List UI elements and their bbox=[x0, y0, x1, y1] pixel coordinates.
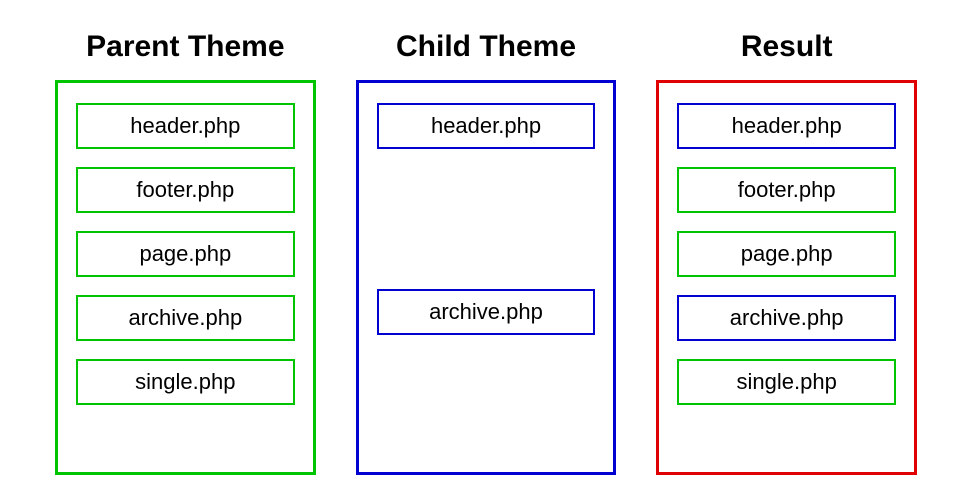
result-column: Result header.php footer.php page.php ar… bbox=[656, 30, 917, 475]
child-theme-title: Child Theme bbox=[396, 30, 576, 64]
file-item: archive.php bbox=[76, 295, 295, 341]
child-theme-column: Child Theme header.php archive.php bbox=[356, 30, 617, 475]
file-item: header.php bbox=[76, 103, 295, 149]
file-item: single.php bbox=[677, 359, 896, 405]
diagram-container: Parent Theme header.php footer.php page.… bbox=[55, 30, 917, 475]
parent-theme-column: Parent Theme header.php footer.php page.… bbox=[55, 30, 316, 475]
result-title: Result bbox=[741, 30, 833, 64]
file-item: footer.php bbox=[76, 167, 295, 213]
child-theme-box: header.php archive.php bbox=[356, 80, 617, 475]
file-item: header.php bbox=[377, 103, 596, 149]
file-item: archive.php bbox=[377, 289, 596, 335]
file-item: single.php bbox=[76, 359, 295, 405]
file-item: archive.php bbox=[677, 295, 896, 341]
file-item: page.php bbox=[677, 231, 896, 277]
empty-slot bbox=[377, 228, 596, 271]
file-item: header.php bbox=[677, 103, 896, 149]
parent-theme-title: Parent Theme bbox=[86, 30, 284, 64]
parent-theme-box: header.php footer.php page.php archive.p… bbox=[55, 80, 316, 475]
result-box: header.php footer.php page.php archive.p… bbox=[656, 80, 917, 475]
empty-slot bbox=[377, 167, 596, 210]
file-item: page.php bbox=[76, 231, 295, 277]
file-item: footer.php bbox=[677, 167, 896, 213]
